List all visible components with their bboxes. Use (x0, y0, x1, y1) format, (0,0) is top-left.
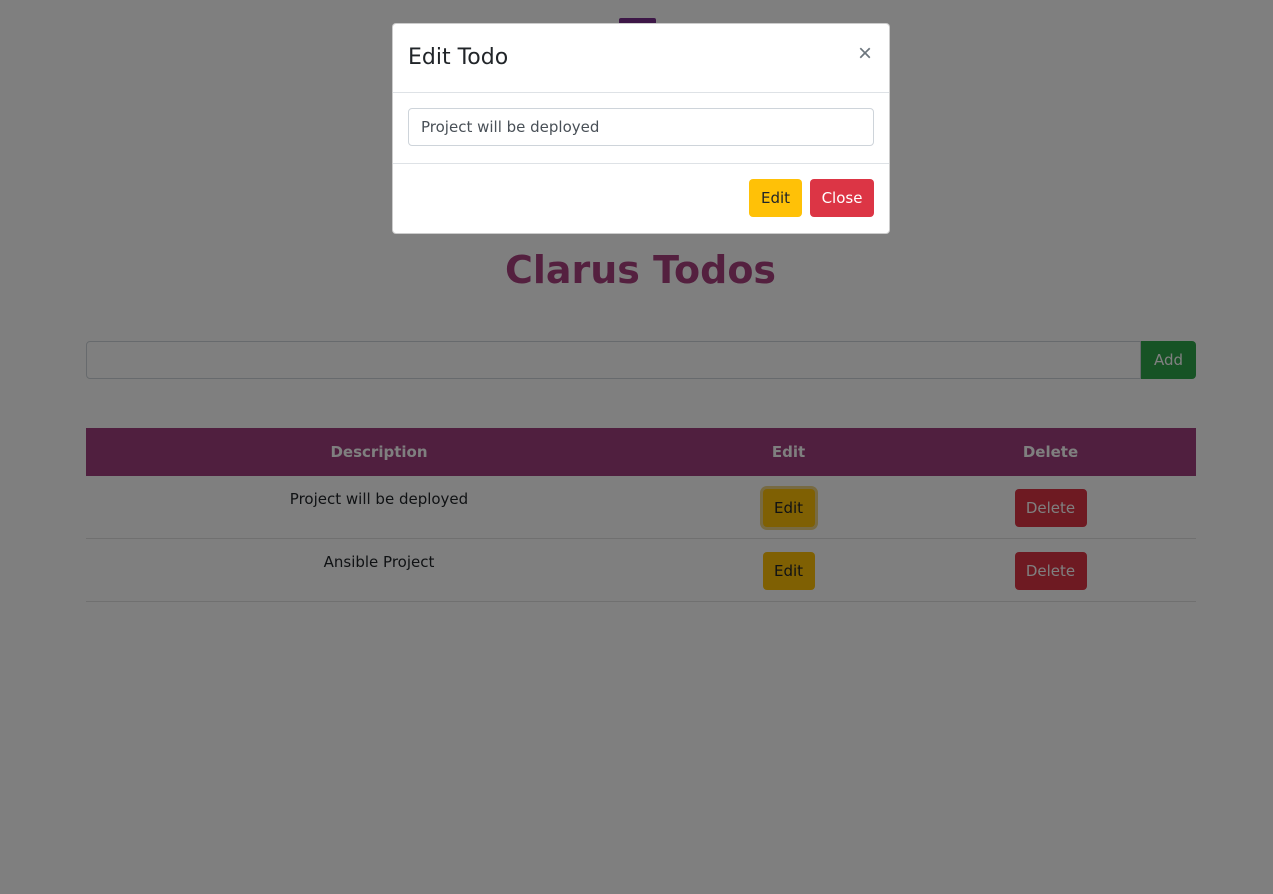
modal-footer: Edit Close (393, 164, 889, 234)
close-icon[interactable]: × (854, 41, 876, 67)
modal-title: Edit Todo (408, 45, 509, 70)
edit-todo-input[interactable] (408, 108, 874, 146)
modal-body (393, 93, 889, 164)
edit-todo-modal: Edit Todo × Edit Close (392, 23, 890, 234)
modal-header: Edit Todo × (393, 24, 889, 93)
modal-close-button[interactable]: Close (810, 179, 874, 217)
modal-edit-button[interactable]: Edit (749, 179, 802, 217)
